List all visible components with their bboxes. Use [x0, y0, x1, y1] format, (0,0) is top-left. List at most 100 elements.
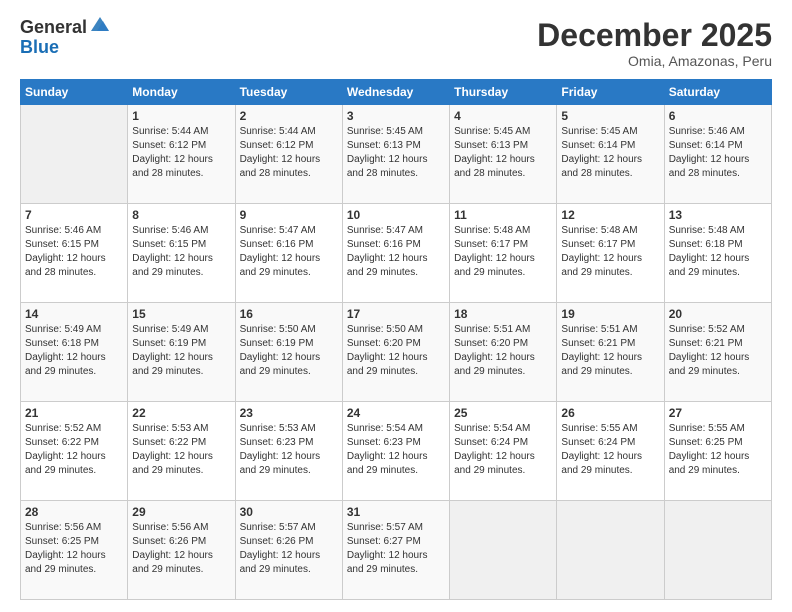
day-number: 29: [132, 505, 230, 519]
location: Omia, Amazonas, Peru: [537, 53, 772, 69]
day-number: 26: [561, 406, 659, 420]
day-number: 17: [347, 307, 445, 321]
day-info: Sunrise: 5:50 AMSunset: 6:20 PMDaylight:…: [347, 323, 445, 379]
calendar-cell: 6 Sunrise: 5:46 AMSunset: 6:14 PMDaylight…: [664, 105, 771, 204]
day-number: 27: [669, 406, 767, 420]
calendar-cell: 17 Sunrise: 5:50 AMSunset: 6:20 PMDayligh…: [342, 303, 449, 402]
page: General Blue December 2025 Omia, Amazona…: [0, 0, 792, 612]
day-info: Sunrise: 5:53 AMSunset: 6:22 PMDaylight:…: [132, 422, 230, 478]
day-info: Sunrise: 5:46 AMSunset: 6:14 PMDaylight:…: [669, 125, 767, 181]
day-info: Sunrise: 5:48 AMSunset: 6:18 PMDaylight:…: [669, 224, 767, 280]
day-number: 4: [454, 109, 552, 123]
calendar-cell: 27 Sunrise: 5:55 AMSunset: 6:25 PMDayligh…: [664, 402, 771, 501]
calendar-cell: 18Sunrise: 5:51 AMSunset: 6:20 PMDayligh…: [450, 303, 557, 402]
day-info: Sunrise: 5:53 AMSunset: 6:23 PMDaylight:…: [240, 422, 338, 478]
day-number: 23: [240, 406, 338, 420]
calendar-cell: 23 Sunrise: 5:53 AMSunset: 6:23 PMDayligh…: [235, 402, 342, 501]
day-number: 9: [240, 208, 338, 222]
day-info: Sunrise: 5:49 AMSunset: 6:19 PMDaylight:…: [132, 323, 230, 379]
calendar-cell: 24Sunrise: 5:54 AMSunset: 6:23 PMDayligh…: [342, 402, 449, 501]
day-info: Sunrise: 5:55 AMSunset: 6:24 PMDaylight:…: [561, 422, 659, 478]
day-number: 5: [561, 109, 659, 123]
calendar-cell: 21 Sunrise: 5:52 AMSunset: 6:22 PMDayligh…: [21, 402, 128, 501]
calendar-cell: 13 Sunrise: 5:48 AMSunset: 6:18 PMDayligh…: [664, 204, 771, 303]
calendar-cell: 22 Sunrise: 5:53 AMSunset: 6:22 PMDayligh…: [128, 402, 235, 501]
header-wednesday: Wednesday: [342, 80, 449, 105]
day-number: 10: [347, 208, 445, 222]
day-info: Sunrise: 5:52 AMSunset: 6:21 PMDaylight:…: [669, 323, 767, 379]
logo-general-text: General: [20, 18, 87, 38]
day-info: Sunrise: 5:47 AMSunset: 6:16 PMDaylight:…: [347, 224, 445, 280]
day-number: 14: [25, 307, 123, 321]
header-thursday: Thursday: [450, 80, 557, 105]
day-info: Sunrise: 5:45 AMSunset: 6:13 PMDaylight:…: [454, 125, 552, 181]
calendar-cell: 26 Sunrise: 5:55 AMSunset: 6:24 PMDayligh…: [557, 402, 664, 501]
calendar-cell: 1Sunrise: 5:44 AMSunset: 6:12 PMDaylight…: [128, 105, 235, 204]
day-number: 2: [240, 109, 338, 123]
logo-blue-text: Blue: [20, 38, 111, 58]
day-info: Sunrise: 5:57 AMSunset: 6:27 PMDaylight:…: [347, 521, 445, 577]
day-info: Sunrise: 5:44 AMSunset: 6:12 PMDaylight:…: [240, 125, 338, 181]
header-friday: Friday: [557, 80, 664, 105]
day-info: Sunrise: 5:50 AMSunset: 6:19 PMDaylight:…: [240, 323, 338, 379]
calendar-cell: 4 Sunrise: 5:45 AMSunset: 6:13 PMDaylight…: [450, 105, 557, 204]
calendar-cell: 10 Sunrise: 5:47 AMSunset: 6:16 PMDayligh…: [342, 204, 449, 303]
calendar-table: Sunday Monday Tuesday Wednesday Thursday…: [20, 79, 772, 600]
day-number: 18: [454, 307, 552, 321]
day-info: Sunrise: 5:56 AMSunset: 6:26 PMDaylight:…: [132, 521, 230, 577]
header-tuesday: Tuesday: [235, 80, 342, 105]
header-saturday: Saturday: [664, 80, 771, 105]
day-info: Sunrise: 5:54 AMSunset: 6:24 PMDaylight:…: [454, 422, 552, 478]
day-number: 25: [454, 406, 552, 420]
calendar-cell: 8Sunrise: 5:46 AMSunset: 6:15 PMDaylight…: [128, 204, 235, 303]
day-info: Sunrise: 5:45 AMSunset: 6:14 PMDaylight:…: [561, 125, 659, 181]
day-number: 28: [25, 505, 123, 519]
day-number: 6: [669, 109, 767, 123]
calendar-cell: 19 Sunrise: 5:51 AMSunset: 6:21 PMDayligh…: [557, 303, 664, 402]
day-number: 15: [132, 307, 230, 321]
day-number: 21: [25, 406, 123, 420]
day-info: Sunrise: 5:48 AMSunset: 6:17 PMDaylight:…: [454, 224, 552, 280]
day-number: 20: [669, 307, 767, 321]
calendar-cell: 12 Sunrise: 5:48 AMSunset: 6:17 PMDayligh…: [557, 204, 664, 303]
day-info: Sunrise: 5:44 AMSunset: 6:12 PMDaylight:…: [132, 125, 230, 181]
day-info: Sunrise: 5:57 AMSunset: 6:26 PMDaylight:…: [240, 521, 338, 577]
calendar-cell: 14Sunrise: 5:49 AMSunset: 6:18 PMDayligh…: [21, 303, 128, 402]
day-info: Sunrise: 5:51 AMSunset: 6:21 PMDaylight:…: [561, 323, 659, 379]
calendar-cell: 31 Sunrise: 5:57 AMSunset: 6:27 PMDayligh…: [342, 501, 449, 600]
logo-icon: [89, 13, 111, 35]
calendar-cell: [664, 501, 771, 600]
day-info: Sunrise: 5:47 AMSunset: 6:16 PMDaylight:…: [240, 224, 338, 280]
day-number: 3: [347, 109, 445, 123]
title-block: December 2025 Omia, Amazonas, Peru: [537, 18, 772, 69]
day-info: Sunrise: 5:55 AMSunset: 6:25 PMDaylight:…: [669, 422, 767, 478]
calendar-cell: 3Sunrise: 5:45 AMSunset: 6:13 PMDaylight…: [342, 105, 449, 204]
calendar-cell: 25 Sunrise: 5:54 AMSunset: 6:24 PMDayligh…: [450, 402, 557, 501]
calendar-cell: [21, 105, 128, 204]
day-number: 24: [347, 406, 445, 420]
calendar-cell: [557, 501, 664, 600]
day-number: 30: [240, 505, 338, 519]
day-number: 11: [454, 208, 552, 222]
header-monday: Monday: [128, 80, 235, 105]
calendar-cell: 20 Sunrise: 5:52 AMSunset: 6:21 PMDayligh…: [664, 303, 771, 402]
calendar-cell: 2 Sunrise: 5:44 AMSunset: 6:12 PMDaylight…: [235, 105, 342, 204]
day-info: Sunrise: 5:48 AMSunset: 6:17 PMDaylight:…: [561, 224, 659, 280]
day-number: 13: [669, 208, 767, 222]
calendar-cell: 7Sunrise: 5:46 AMSunset: 6:15 PMDaylight…: [21, 204, 128, 303]
header: General Blue December 2025 Omia, Amazona…: [20, 18, 772, 69]
day-number: 22: [132, 406, 230, 420]
day-info: Sunrise: 5:46 AMSunset: 6:15 PMDaylight:…: [132, 224, 230, 280]
calendar-cell: 28 Sunrise: 5:56 AMSunset: 6:25 PMDayligh…: [21, 501, 128, 600]
calendar-cell: 29 Sunrise: 5:56 AMSunset: 6:26 PMDayligh…: [128, 501, 235, 600]
day-info: Sunrise: 5:56 AMSunset: 6:25 PMDaylight:…: [25, 521, 123, 577]
calendar-cell: 15 Sunrise: 5:49 AMSunset: 6:19 PMDayligh…: [128, 303, 235, 402]
calendar-cell: [450, 501, 557, 600]
calendar-cell: 9 Sunrise: 5:47 AMSunset: 6:16 PMDaylight…: [235, 204, 342, 303]
day-number: 12: [561, 208, 659, 222]
calendar-cell: 5 Sunrise: 5:45 AMSunset: 6:14 PMDaylight…: [557, 105, 664, 204]
calendar-cell: 30 Sunrise: 5:57 AMSunset: 6:26 PMDayligh…: [235, 501, 342, 600]
day-number: 31: [347, 505, 445, 519]
day-info: Sunrise: 5:52 AMSunset: 6:22 PMDaylight:…: [25, 422, 123, 478]
day-number: 19: [561, 307, 659, 321]
